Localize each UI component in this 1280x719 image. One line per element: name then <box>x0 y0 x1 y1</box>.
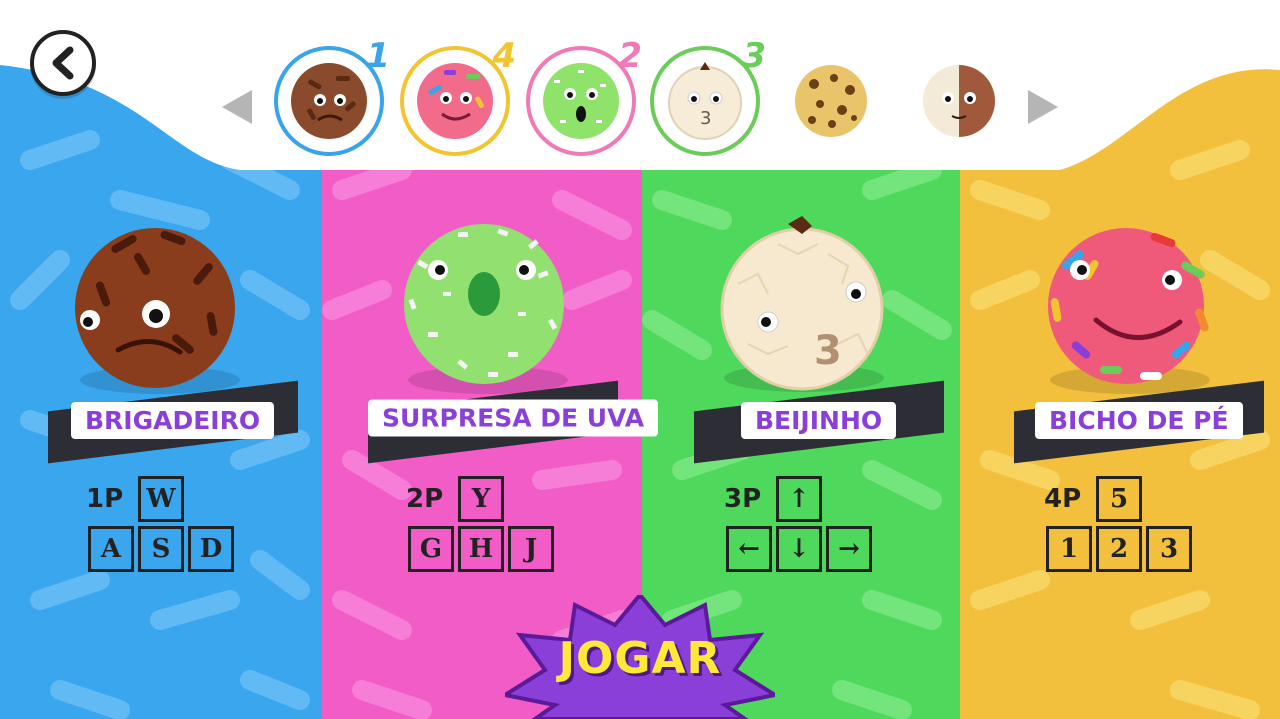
beijinho-character: 3 <box>720 216 884 392</box>
key-down: H <box>458 526 504 572</box>
key-up: 5 <box>1096 476 1142 522</box>
key-right: D <box>188 526 234 572</box>
thumbnail-beijinho[interactable]: 3 3 <box>650 36 766 156</box>
brigadeiro-ball-icon <box>291 63 367 139</box>
key-down: S <box>138 526 184 572</box>
player-label: 1P <box>86 484 124 514</box>
next-arrow-button[interactable] <box>1026 88 1060 126</box>
key-right: 3 <box>1146 526 1192 572</box>
key-left: ← <box>726 526 772 572</box>
key-down: ↓ <box>776 526 822 572</box>
svg-text:3: 3 <box>700 108 711 129</box>
previous-arrow-button[interactable] <box>220 88 254 126</box>
key-down: 2 <box>1096 526 1142 572</box>
player-label: 3P <box>724 484 762 514</box>
surpresa-de-uva-character <box>404 224 568 394</box>
player-label: 2P <box>406 484 444 514</box>
triangle-left-icon <box>222 90 252 124</box>
bicho-de-pe-character <box>1048 228 1210 394</box>
key-left: A <box>88 526 134 572</box>
half-ball-icon <box>923 65 995 137</box>
play-button[interactable]: JOGAR <box>505 595 775 719</box>
character-name: SURPRESA DE UVA <box>368 399 659 437</box>
surpresa-de-uva-ball-icon <box>543 63 619 139</box>
brigadeiro-character <box>75 228 240 394</box>
thumbnail-half-ball[interactable] <box>904 46 1014 156</box>
leopard-ball-icon <box>795 65 867 137</box>
key-right: J <box>508 526 554 572</box>
player-label: 4P <box>1044 484 1082 514</box>
play-label: JOGAR <box>558 633 722 684</box>
beijinho-ball-icon: 3 <box>668 62 742 140</box>
triangle-right-icon <box>1028 90 1058 124</box>
svg-text:3: 3 <box>814 328 842 374</box>
character-name: BICHO DE PÉ <box>1035 402 1243 439</box>
thumbnail-bicho-de-pe[interactable]: 4 <box>400 36 516 156</box>
thumbnail-leopard-ball[interactable] <box>776 46 886 156</box>
key-up: ↑ <box>776 476 822 522</box>
key-up: W <box>138 476 184 522</box>
character-selector-bar <box>0 0 1280 170</box>
back-button[interactable] <box>30 30 96 96</box>
key-left: G <box>408 526 454 572</box>
key-right: → <box>826 526 872 572</box>
key-up: Y <box>458 476 504 522</box>
bicho-de-pe-ball-icon <box>417 63 493 139</box>
character-name: BRIGADEIRO <box>71 402 275 439</box>
character-name: BEIJINHO <box>741 402 897 440</box>
thumbnail-brigadeiro[interactable]: 1 <box>274 36 390 156</box>
thumbnail-surpresa-de-uva[interactable]: 2 <box>526 36 642 156</box>
key-left: 1 <box>1046 526 1092 572</box>
chevron-left-icon <box>52 46 74 80</box>
